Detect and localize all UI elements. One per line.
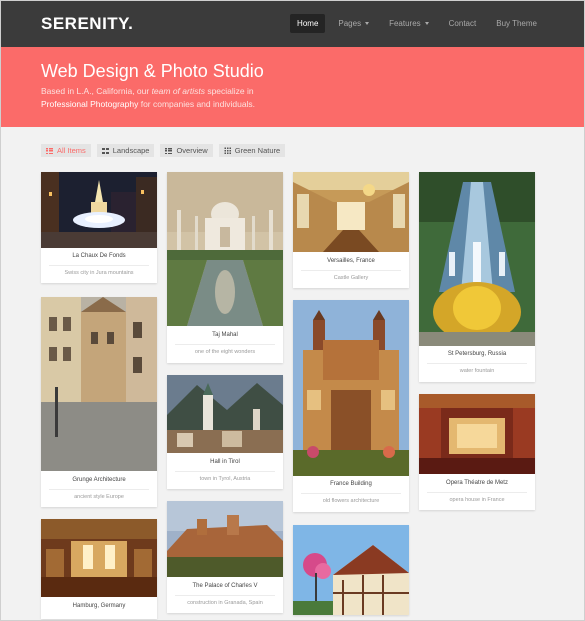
card-description: construction in Granada, Spain bbox=[187, 600, 263, 606]
portfolio-card-timber-house[interactable] bbox=[293, 525, 409, 615]
hero-banner: Web Design & Photo Studio Based in L.A.,… bbox=[1, 47, 584, 127]
card-description: one of the eight wonders bbox=[194, 349, 256, 355]
nav-contact[interactable]: Contact bbox=[442, 14, 484, 33]
card-title: France Building bbox=[330, 481, 372, 487]
list-icon bbox=[46, 147, 53, 154]
portfolio-card-hall-in-tirol[interactable]: Hall in Tirol town in Tyrol, Austria bbox=[167, 375, 283, 489]
filter-green-label: Green Nature bbox=[234, 146, 281, 155]
card-title: Opera Théatre de Metz bbox=[446, 480, 508, 486]
card-title: Taj Mahal bbox=[212, 332, 238, 338]
filter-overview-label: Overview bbox=[176, 146, 208, 155]
card-description: Castle Gallery bbox=[333, 275, 369, 281]
hero-sub-text-1: Based in L.A., California, our bbox=[41, 86, 152, 96]
card-description: opera house in France bbox=[449, 497, 505, 503]
card-divider bbox=[301, 270, 401, 271]
card-title: Hamburg, Germany bbox=[72, 603, 126, 609]
hero-sub-emphasis: team of artists bbox=[151, 86, 205, 96]
nav-home-label: Home bbox=[297, 19, 319, 28]
photo-alhambra bbox=[167, 501, 283, 577]
photo-peterhof-fountain bbox=[419, 172, 535, 346]
photo-versailles-gallery bbox=[293, 172, 409, 252]
portfolio-filters: All Items Landscape Overview Green Natur… bbox=[41, 144, 286, 157]
card-divider bbox=[175, 471, 275, 472]
card-title: The Palace of Charles V bbox=[192, 583, 258, 589]
portfolio-card-la-chaux-de-fonds[interactable]: La Chaux De Fonds Swiss city in Jura mou… bbox=[41, 172, 157, 283]
portfolio-card-versailles[interactable]: Versailles, France Castle Gallery bbox=[293, 172, 409, 288]
nav-buy-theme-label: Buy Theme bbox=[496, 19, 537, 28]
photo-taj-mahal bbox=[167, 172, 283, 326]
portfolio-card-palace-charles-v[interactable]: The Palace of Charles V construction in … bbox=[167, 501, 283, 613]
top-navbar: SERENITY. Home Pages Features Contact Bu… bbox=[1, 1, 584, 47]
photo-opera-interior bbox=[419, 394, 535, 474]
card-title: Versailles, France bbox=[327, 258, 375, 264]
card-divider bbox=[427, 492, 527, 493]
card-description: water fountain bbox=[459, 368, 495, 374]
hero-title: Web Design & Photo Studio bbox=[41, 61, 264, 81]
card-divider bbox=[175, 344, 275, 345]
nav-pages[interactable]: Pages bbox=[331, 14, 376, 33]
card-divider bbox=[49, 265, 149, 266]
photo-old-street bbox=[41, 297, 157, 471]
card-description: town in Tyrol, Austria bbox=[199, 476, 251, 482]
nav-pages-label: Pages bbox=[338, 19, 362, 28]
portfolio-card-france-building[interactable]: France Building old flowers architecture bbox=[293, 300, 409, 512]
filter-landscape-label: Landscape bbox=[112, 146, 150, 155]
card-divider bbox=[301, 493, 401, 494]
main-nav: Home Pages Features Contact Buy Theme bbox=[284, 14, 544, 33]
card-title: La Chaux De Fonds bbox=[72, 253, 126, 259]
chevron-down-icon bbox=[365, 22, 370, 25]
chevron-down-icon bbox=[424, 22, 429, 25]
photo-ornate-building bbox=[293, 300, 409, 476]
card-description: old flowers architecture bbox=[322, 498, 380, 504]
hero-sub-text-2: specialize in bbox=[204, 86, 254, 96]
filter-green-nature[interactable]: Green Nature bbox=[218, 144, 286, 157]
photo-grand-hall bbox=[41, 519, 157, 597]
list-icon bbox=[165, 147, 173, 154]
filter-all-items[interactable]: All Items bbox=[41, 144, 91, 157]
portfolio-card-st-petersburg[interactable]: St Petersburg, Russia water fountain bbox=[419, 172, 535, 382]
filter-landscape[interactable]: Landscape bbox=[96, 144, 155, 157]
portfolio-card-grunge-architecture[interactable]: Grunge Architecture ancient style Europe bbox=[41, 297, 157, 507]
page: SERENITY. Home Pages Features Contact Bu… bbox=[0, 0, 585, 621]
photo-tirol-town bbox=[167, 375, 283, 453]
nav-features[interactable]: Features bbox=[382, 14, 436, 33]
card-title: St Petersburg, Russia bbox=[447, 351, 507, 357]
card-divider bbox=[49, 489, 149, 490]
nav-home[interactable]: Home bbox=[290, 14, 326, 33]
filter-all-label: All Items bbox=[57, 146, 86, 155]
card-description: ancient style Europe bbox=[74, 494, 124, 500]
portfolio-card-taj-mahal[interactable]: Taj Mahal one of the eight wonders bbox=[167, 172, 283, 363]
grid-icon bbox=[101, 147, 109, 154]
portfolio-card-opera-metz[interactable]: Opera Théatre de Metz opera house in Fra… bbox=[419, 394, 535, 510]
hero-subtitle: Based in L.A., California, our team of a… bbox=[41, 85, 341, 110]
card-description: Swiss city in Jura mountains bbox=[64, 270, 134, 276]
filter-overview[interactable]: Overview bbox=[160, 144, 213, 157]
portfolio-card-hamburg[interactable]: Hamburg, Germany bbox=[41, 519, 157, 619]
nav-contact-label: Contact bbox=[448, 19, 477, 28]
hero-sub-strong: Professional Photography bbox=[41, 98, 139, 109]
photo-timber-house bbox=[293, 525, 409, 615]
nav-buy-theme[interactable]: Buy Theme bbox=[489, 14, 544, 33]
card-divider bbox=[175, 595, 275, 596]
card-title: Grunge Architecture bbox=[72, 477, 126, 483]
card-title: Hall in Tirol bbox=[210, 459, 240, 465]
hero-sub-text-3: for companies and individuals. bbox=[138, 98, 256, 109]
nav-features-label: Features bbox=[389, 19, 421, 28]
brand-logo[interactable]: SERENITY. bbox=[41, 14, 133, 34]
card-divider bbox=[427, 363, 527, 364]
dots-grid-icon bbox=[223, 147, 231, 154]
photo-fountain-night bbox=[41, 172, 157, 248]
